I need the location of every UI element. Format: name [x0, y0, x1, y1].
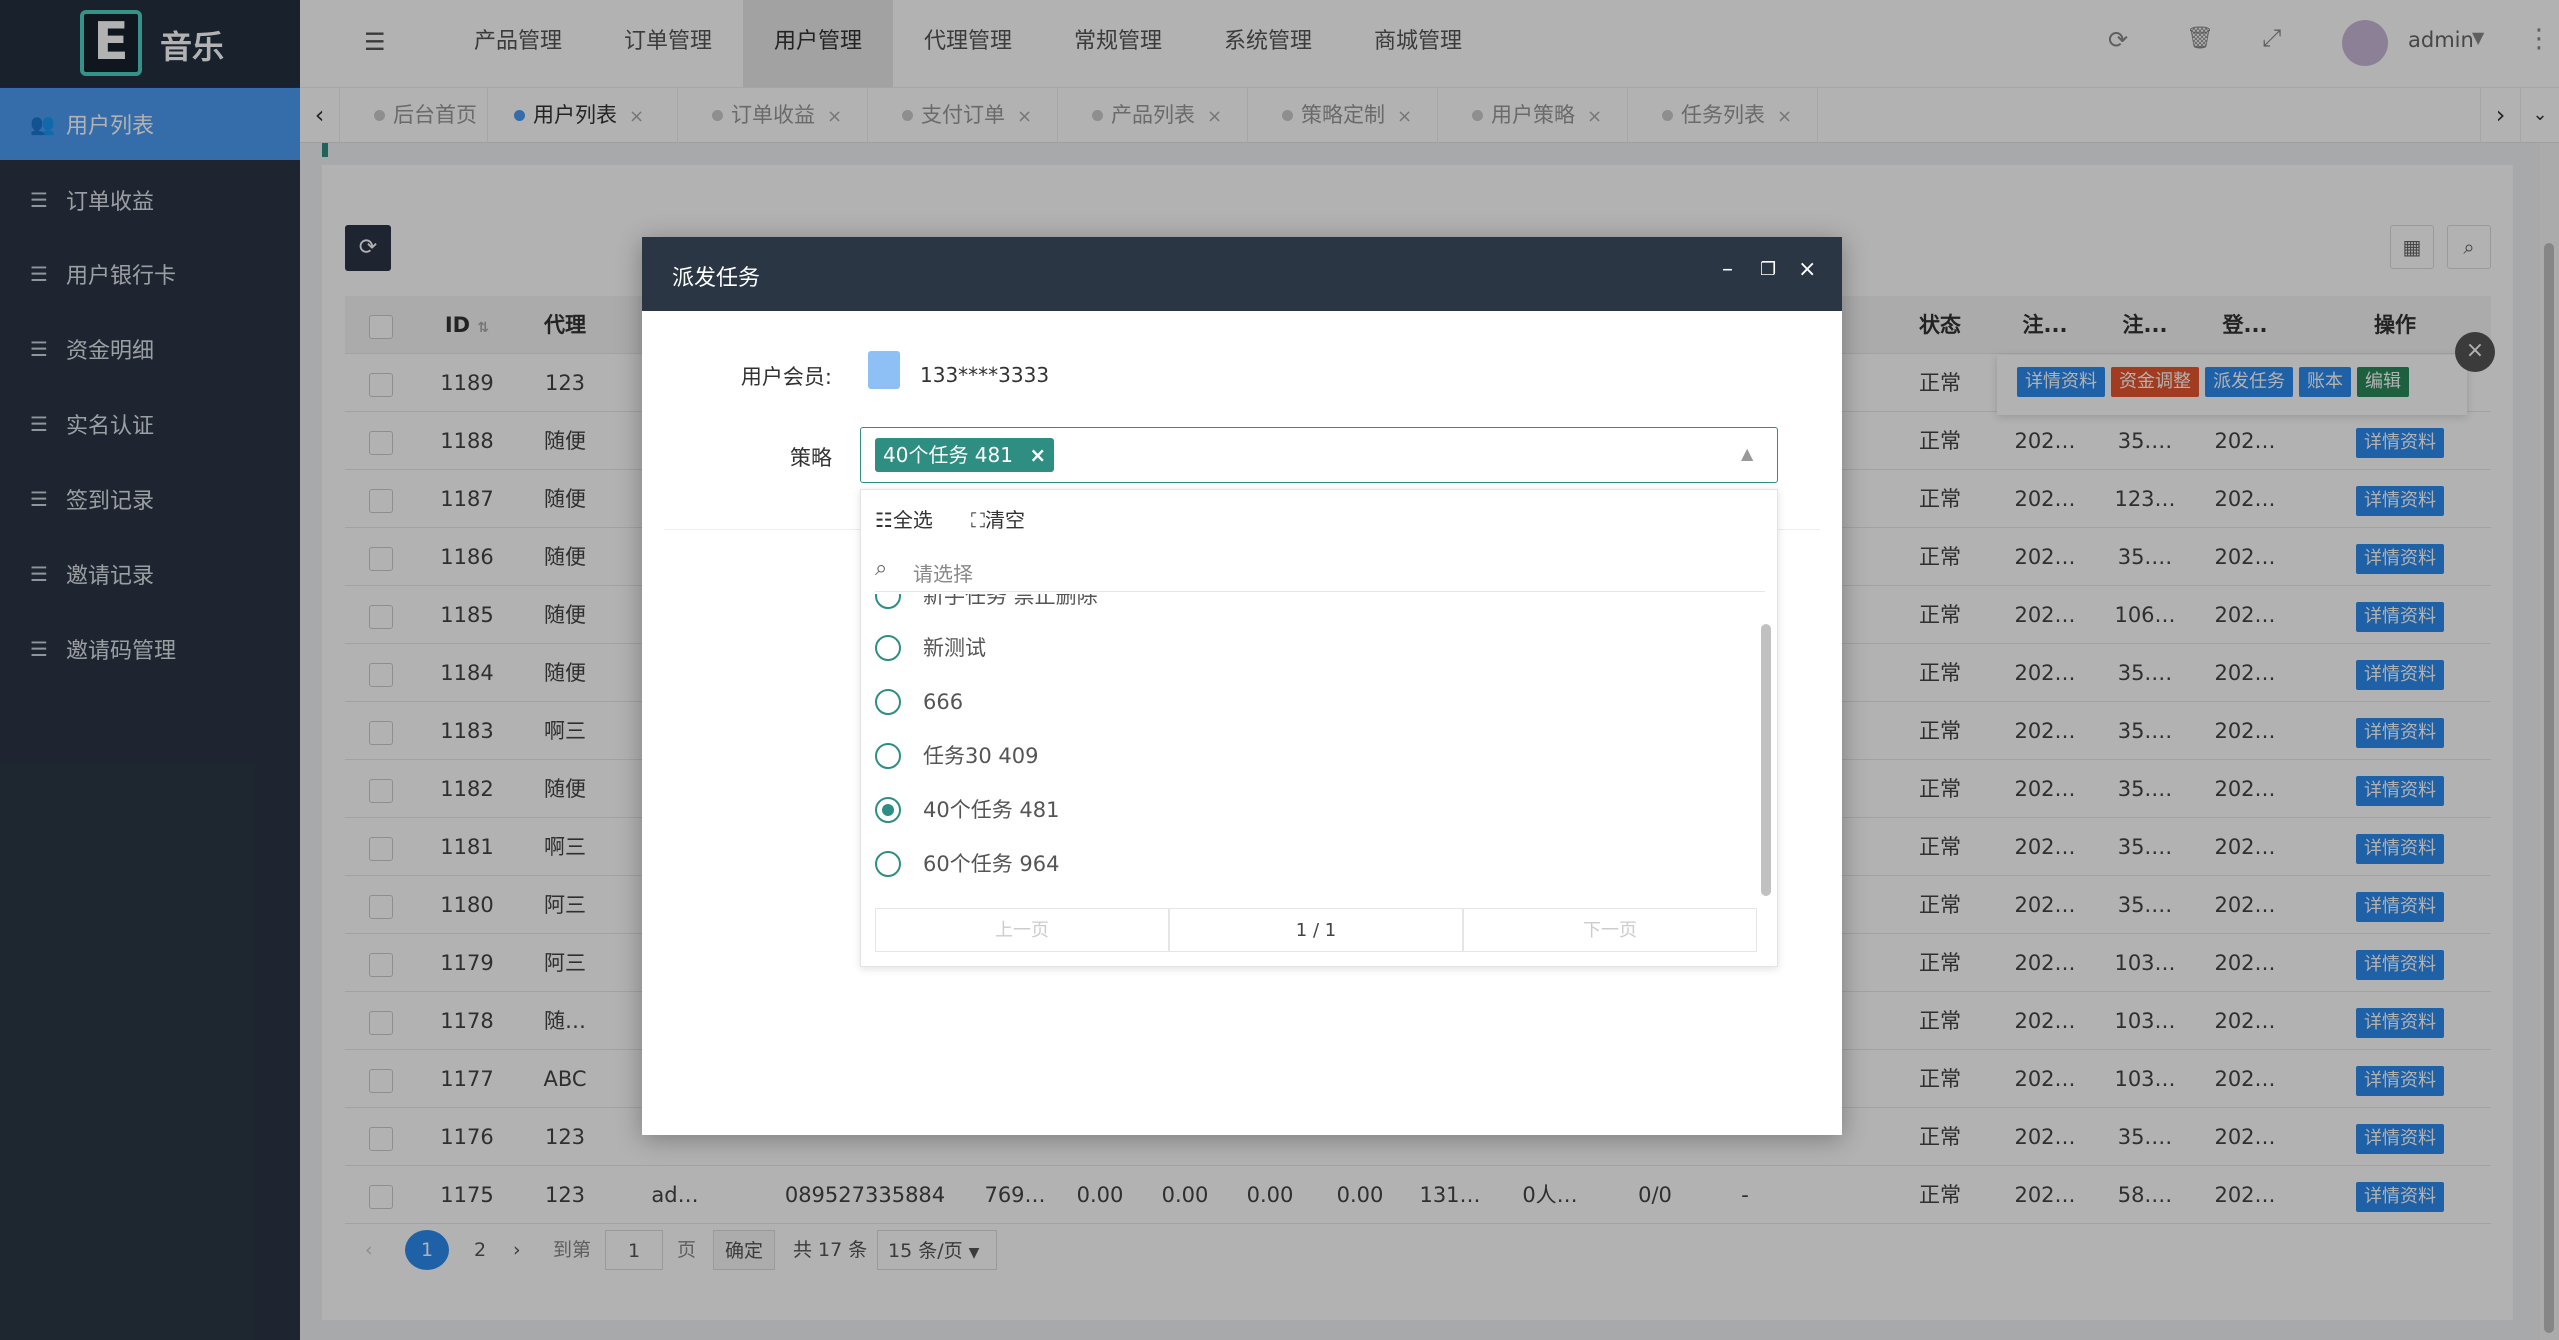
clear-icon: ⛶ — [971, 508, 985, 532]
next-page-button[interactable]: 下一页 — [1463, 908, 1757, 952]
radio-icon — [875, 635, 901, 661]
minimize-icon[interactable]: – — [1722, 257, 1733, 282]
radio-icon — [875, 689, 901, 715]
file-icon — [868, 351, 900, 389]
prev-page-button[interactable]: 上一页 — [875, 908, 1169, 952]
option-item[interactable]: 60个任务 964 — [875, 844, 1059, 884]
radio-icon — [875, 743, 901, 769]
option-list: 新手任务 禁止删除 新测试 666 任务30 409 40个任务 481 60个… — [861, 594, 1777, 904]
maximize-icon[interactable]: ❐ — [1760, 259, 1776, 280]
search-icon: ⌕ — [875, 556, 888, 581]
clear-button[interactable]: ⛶清空 — [971, 504, 1025, 533]
dropdown-search[interactable]: ⌕ 请选择 — [875, 552, 1765, 592]
member-value: 133****3333 — [920, 363, 1050, 387]
option-item[interactable]: 任务30 409 — [875, 736, 1038, 776]
radio-icon — [875, 851, 901, 877]
strategy-label: 策略 — [790, 446, 832, 470]
search-input[interactable]: 请选择 — [913, 558, 973, 587]
member-label: 用户会员: — [740, 365, 832, 389]
checklist-icon: ☷ — [875, 508, 893, 532]
option-item[interactable]: 40个任务 481 — [875, 790, 1059, 830]
option-item[interactable]: 新测试 — [875, 628, 986, 668]
selected-chip: 40个任务 481 × — [875, 438, 1055, 472]
dialog-title: 派发任务 — [672, 266, 761, 291]
radio-icon — [875, 594, 901, 609]
chevron-up-icon[interactable]: ▲ — [1741, 444, 1753, 463]
strategy-select[interactable]: 40个任务 481 × ▲ — [860, 427, 1778, 483]
assign-task-dialog: 派发任务 – ❐ × 用户会员: 133****3333 策略 40个任务 48… — [642, 237, 1842, 1135]
dropdown-pager: 上一页 1 / 1 下一页 — [875, 908, 1765, 952]
dropdown-scrollbar[interactable] — [1761, 624, 1771, 896]
radio-checked-icon — [875, 797, 901, 823]
chip-remove-icon[interactable]: × — [1029, 443, 1046, 467]
option-item[interactable]: 666 — [875, 682, 963, 722]
select-all-button[interactable]: ☷全选 — [875, 504, 933, 533]
strategy-dropdown: ☷全选 ⛶清空 ⌕ 请选择 新手任务 禁止删除 新测试 666 任务30 409… — [860, 489, 1778, 967]
dialog-header: 派发任务 – ❐ × — [642, 237, 1842, 311]
page-indicator: 1 / 1 — [1169, 908, 1463, 952]
option-item[interactable]: 新手任务 禁止删除 — [875, 594, 1098, 616]
close-icon[interactable]: × — [1798, 257, 1816, 282]
